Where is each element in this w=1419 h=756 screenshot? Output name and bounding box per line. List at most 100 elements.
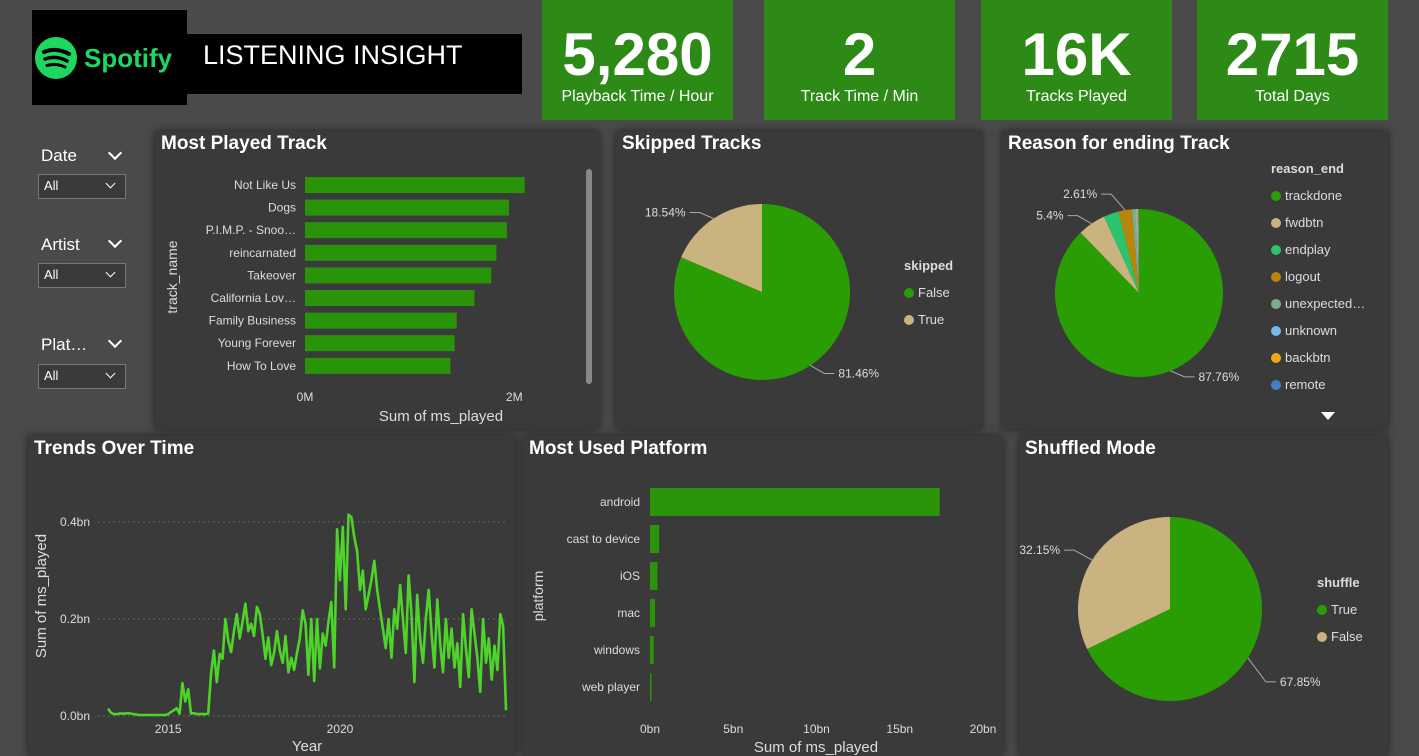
kpi-card-total-days: 2715 Total Days (1197, 0, 1388, 120)
bar (650, 562, 658, 590)
bar (305, 199, 509, 216)
scrollbar (586, 169, 592, 384)
bar-category-label: Not Like Us (234, 178, 296, 192)
x-tick-label: 5bn (723, 722, 743, 736)
panel-shuffled-mode: Shuffled Mode 67.85% 32.15% shuffle True Fal… (1019, 436, 1388, 756)
pie-data-label: 2.61% (1063, 187, 1097, 201)
slicer-label: Plat… (41, 335, 88, 354)
chevron-down-icon[interactable] (107, 333, 123, 349)
panel-trends-over-time: Trends Over Time 0.0bn 0.2bn 0.4bn 2015 2020… (28, 436, 516, 756)
y-axis-label: track_name (164, 240, 180, 313)
trends-chart[interactable]: 0.0bn 0.2bn 0.4bn 2015 2020 Year Sum of ms_pla… (28, 436, 516, 756)
slicer-dropdown[interactable]: All (38, 174, 126, 199)
x-tick-label: 0M (297, 390, 314, 404)
pie-leader-line (810, 365, 835, 374)
bar-category-label: California Lov… (211, 291, 296, 305)
legend-marker (1271, 326, 1281, 336)
chevron-down-icon (105, 368, 116, 379)
spotify-brand-text: Spotify (84, 43, 173, 73)
header-logo-block: Spotify LISTENING INSIGHT (32, 10, 522, 105)
platform-chart[interactable]: android cast to device iOS mac windows web pl… (523, 436, 1003, 756)
legend-item: True (918, 312, 944, 327)
legend-item: fwdbtn (1285, 215, 1323, 230)
pie-data-label: 5.4% (1036, 209, 1064, 223)
panel-most-used-platform: Most Used Platform android cast to device… (523, 436, 1003, 756)
bar (650, 599, 655, 627)
slicer-value: All (44, 178, 59, 193)
legend-marker (904, 288, 914, 298)
legend-marker (1271, 299, 1281, 309)
spotify-logo: Spotify (32, 34, 187, 82)
reason-end-chart[interactable]: 87.76% 5.4% 2.61% reason_end trackdone fwdbtn… (1002, 131, 1388, 429)
bar-category-label: mac (617, 606, 640, 620)
bar-category-label: P.I.M.P. - Snoo… (206, 223, 296, 237)
chevron-down-icon[interactable] (107, 233, 123, 249)
bar-category-label: reincarnated (229, 246, 296, 260)
pie-data-label: 67.85% (1280, 675, 1321, 689)
skipped-tracks-chart[interactable]: 81.46% 18.54% skipped False True (616, 131, 982, 429)
x-tick-label: 2020 (327, 722, 354, 736)
chevron-down-icon[interactable] (107, 145, 123, 161)
pie-leader-line (1101, 193, 1126, 211)
legend-item: False (918, 285, 950, 300)
pie-data-label: 18.54% (645, 206, 686, 220)
pie-leader-line (1067, 215, 1092, 225)
legend-marker (1271, 245, 1281, 255)
x-axis-label: Year (292, 738, 322, 755)
x-tick-label: 20bn (970, 722, 997, 736)
series-line (106, 513, 508, 717)
x-tick-label: 10bn (803, 722, 830, 736)
panel-reason-end: Reason for ending Track 87.76% 5.4% 2.61% r… (1002, 131, 1388, 429)
slicer-dropdown[interactable]: All (38, 364, 126, 389)
bar-category-label: Dogs (268, 201, 296, 215)
bar (305, 357, 451, 374)
legend-item: unknown (1285, 323, 1337, 338)
kpi-value: 16K (1021, 21, 1132, 88)
bar-category-label: iOS (620, 569, 640, 583)
kpi-label: Playback Time / Hour (561, 88, 714, 105)
legend-marker (1271, 191, 1281, 201)
legend-item: remote (1285, 377, 1325, 392)
bar (305, 177, 525, 193)
legend-marker (1271, 218, 1281, 228)
kpi-label: Total Days (1255, 88, 1330, 105)
bar (650, 525, 660, 553)
kpi-label: Tracks Played (1026, 88, 1127, 105)
bar-category-label: Family Business (209, 314, 296, 328)
legend-marker (1271, 353, 1281, 363)
pie-leader-line (1247, 657, 1276, 683)
kpi-label: Track Time / Min (800, 88, 919, 105)
legend-item: trackdone (1285, 188, 1342, 203)
y-axis-label: Sum of ms_played (33, 534, 50, 658)
most-played-track-chart[interactable]: Not Like Us Dogs P.I.M.P. - Snoo… reincarna… (155, 131, 599, 429)
bar-category-label: web player (581, 680, 640, 694)
legend-title: skipped (904, 258, 953, 273)
bar (650, 673, 652, 701)
slicer-value: All (44, 368, 59, 383)
legend-item: logout (1285, 269, 1321, 284)
pie-leader-line (1170, 370, 1195, 378)
legend-title: reason_end (1271, 161, 1344, 176)
pie-data-label: 81.46% (838, 366, 879, 380)
shuffled-mode-chart[interactable]: 67.85% 32.15% shuffle True False (1019, 436, 1388, 756)
x-tick-label: 0bn (640, 722, 660, 736)
legend-marker (1271, 380, 1281, 390)
legend-marker (1271, 272, 1281, 282)
x-tick-label: 15bn (886, 722, 913, 736)
pie-data-label: 32.15% (1019, 543, 1060, 557)
slicer-value: All (44, 267, 59, 282)
kpi-card-playback-time: 5,280 Playback Time / Hour (542, 0, 733, 120)
legend-item: backbtn (1285, 350, 1331, 365)
slicer-label: Artist (41, 235, 80, 254)
kpi-card-track-time: 2 Track Time / Min (764, 0, 955, 120)
y-tick-label: 0.2bn (60, 612, 90, 626)
x-axis-label: Sum of ms_played (754, 739, 878, 756)
slicer-dropdown[interactable]: All (38, 263, 126, 288)
bar-category-label: Takeover (247, 268, 296, 282)
y-tick-label: 0.0bn (60, 709, 90, 723)
legend-item: False (1331, 629, 1363, 644)
bar-category-label: windows (593, 643, 640, 657)
legend-item: endplay (1285, 242, 1331, 257)
bar (650, 488, 940, 516)
dashboard-title: LISTENING INSIGHT (203, 40, 463, 70)
